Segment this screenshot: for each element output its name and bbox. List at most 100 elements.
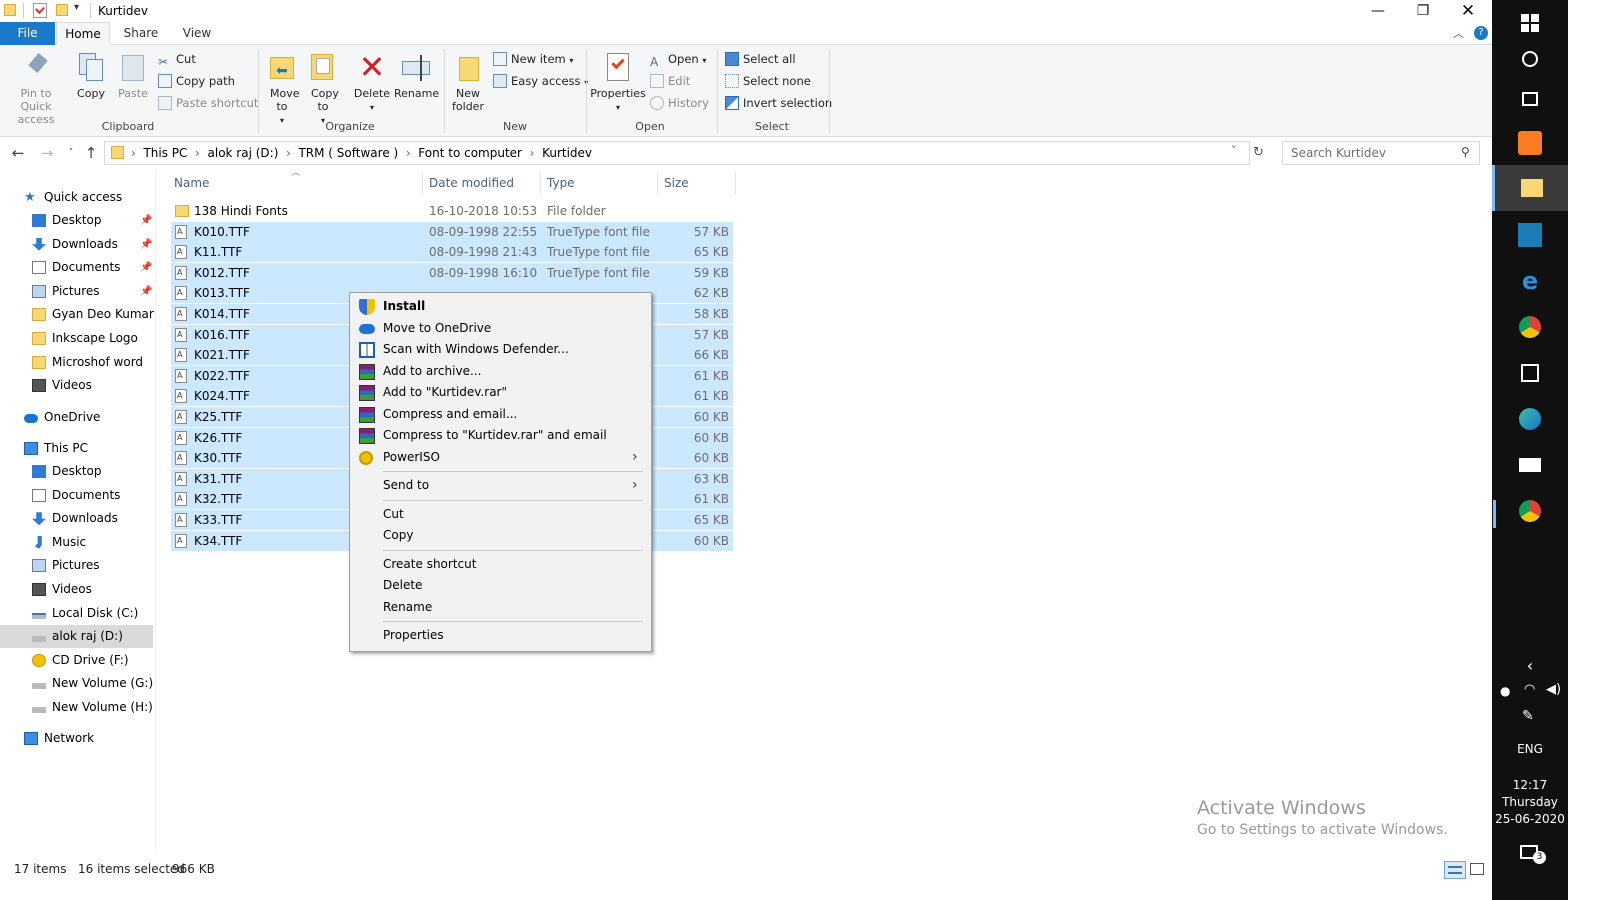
chrome-profile-icon[interactable] bbox=[1492, 488, 1568, 534]
menu-item-create-shortcut[interactable]: Create shortcut bbox=[350, 554, 651, 575]
nav-quick-item[interactable]: Gyan Deo Kumar ( P bbox=[32, 303, 154, 326]
up-button[interactable]: ↑ bbox=[81, 142, 101, 164]
properties-qat-icon[interactable] bbox=[33, 3, 47, 18]
rename-button[interactable]: Rename bbox=[394, 51, 439, 100]
task-view-icon[interactable] bbox=[1492, 76, 1568, 122]
nav-pc-item[interactable]: Pictures bbox=[32, 554, 154, 577]
app-icon[interactable] bbox=[1492, 212, 1568, 258]
file-row[interactable]: 138 Hindi Fonts 16-10-2018 10:53 File fold… bbox=[171, 201, 733, 221]
clock-date[interactable]: 25-06-2020 bbox=[1492, 812, 1568, 826]
properties-button[interactable]: Properties ▾ bbox=[590, 51, 646, 114]
breadcrumb-trm[interactable]: TRM ( Software ) bbox=[298, 146, 398, 160]
volume-icon[interactable]: ◀) bbox=[1546, 682, 1561, 697]
nav-pc-item[interactable]: Music bbox=[32, 531, 154, 554]
history-button[interactable]: History bbox=[650, 93, 709, 113]
menu-item-properties[interactable]: Properties bbox=[350, 625, 651, 646]
move-to-button[interactable]: ⬅ Move to ▾ bbox=[264, 51, 300, 127]
file-row[interactable]: K010.TTF 08-09-1998 22:55 TrueType font fi… bbox=[171, 221, 733, 242]
collapse-ribbon-icon[interactable]: ︿ bbox=[1453, 25, 1464, 41]
breadcrumb-kurtidev[interactable]: Kurtidev bbox=[542, 146, 592, 160]
menu-item-cut[interactable]: Cut bbox=[350, 504, 651, 525]
file-row[interactable]: K11.TTF 08-09-1998 21:43 TrueType font fil… bbox=[171, 242, 733, 263]
menu-item-send-to[interactable]: Send to › bbox=[350, 475, 651, 496]
column-header-size[interactable]: Size bbox=[660, 172, 736, 194]
menu-item-poweriso[interactable]: PowerISO › bbox=[350, 447, 651, 468]
select-all-button[interactable]: Select all bbox=[725, 49, 796, 69]
paste-button[interactable]: Paste bbox=[114, 51, 152, 100]
select-none-button[interactable]: Select none bbox=[725, 71, 811, 91]
nav-pc-item[interactable]: New Volume (G:) bbox=[32, 672, 154, 695]
nav-pc-item[interactable]: Videos bbox=[32, 578, 154, 601]
tab-home[interactable]: Home bbox=[56, 22, 110, 45]
menu-item-compress-email[interactable]: Compress and email... bbox=[350, 404, 651, 425]
breadcrumb-drive[interactable]: alok raj (D:) bbox=[208, 146, 279, 160]
new-item-button[interactable]: New item ▾ bbox=[493, 49, 573, 69]
nav-network[interactable]: Network bbox=[24, 727, 154, 750]
copy-path-button[interactable]: Copy path bbox=[158, 71, 235, 91]
copy-button[interactable]: Copy bbox=[72, 51, 110, 100]
menu-item-scan-defender[interactable]: Scan with Windows Defender... bbox=[350, 339, 651, 360]
chrome-icon[interactable] bbox=[1492, 304, 1568, 350]
breadcrumb-this-pc[interactable]: This PC bbox=[143, 146, 187, 160]
menu-item-rename[interactable]: Rename bbox=[350, 597, 651, 618]
forward-button[interactable]: → bbox=[37, 142, 57, 164]
nav-pc-item[interactable]: Local Disk (C:) bbox=[32, 602, 154, 625]
nav-quick-item[interactable]: Documents 📌 bbox=[32, 256, 154, 279]
language-indicator[interactable]: ENG bbox=[1492, 742, 1568, 756]
copy-to-button[interactable]: Copy to ▾ bbox=[305, 51, 341, 127]
nav-quick-item[interactable]: Videos bbox=[32, 374, 154, 397]
column-header-type[interactable]: Type bbox=[543, 172, 658, 194]
delete-button[interactable]: ✕ Delete ▾ bbox=[352, 51, 392, 114]
edit-button[interactable]: Edit bbox=[650, 71, 690, 91]
tab-view[interactable]: View bbox=[170, 22, 224, 45]
menu-item-install[interactable]: Install bbox=[350, 296, 651, 317]
nav-this-pc[interactable]: This PC bbox=[24, 437, 154, 460]
menu-item-add-archive[interactable]: Add to archive... bbox=[350, 361, 651, 382]
nav-pc-item[interactable]: New Volume (H:) bbox=[32, 696, 154, 719]
nav-pc-item[interactable]: Downloads bbox=[32, 507, 154, 530]
menu-item-copy[interactable]: Copy bbox=[350, 525, 651, 546]
new-folder-qat-icon[interactable] bbox=[56, 4, 68, 16]
nav-quick-item[interactable]: Microshof word bbox=[32, 351, 154, 374]
nav-quick-access[interactable]: ★ Quick access bbox=[24, 186, 154, 209]
easy-access-button[interactable]: Easy access ▾ bbox=[493, 71, 588, 91]
pen-icon[interactable]: ✎ bbox=[1522, 708, 1534, 724]
close-button[interactable]: ✕ bbox=[1445, 0, 1491, 22]
edge-legacy-icon[interactable]: e bbox=[1492, 258, 1568, 304]
mail-icon[interactable] bbox=[1492, 442, 1568, 488]
tab-file[interactable]: File bbox=[0, 22, 55, 45]
clock-day[interactable]: Thursday bbox=[1492, 795, 1568, 809]
nav-pc-item[interactable]: Desktop bbox=[32, 460, 154, 483]
back-button[interactable]: ← bbox=[8, 142, 28, 164]
paste-shortcut-button[interactable]: Paste shortcut bbox=[158, 93, 258, 113]
nav-quick-item[interactable]: Desktop 📌 bbox=[32, 209, 154, 232]
tab-share[interactable]: Share bbox=[114, 22, 168, 45]
address-bar[interactable]: › This PC › alok raj (D:) › TRM ( Softwa… bbox=[104, 141, 1250, 165]
nav-pc-item[interactable]: Documents bbox=[32, 484, 154, 507]
tray-defender-icon[interactable]: ● bbox=[1500, 684, 1510, 698]
recent-locations-button[interactable]: ˅ bbox=[61, 142, 81, 164]
refresh-icon[interactable]: ↻ bbox=[1253, 145, 1264, 160]
large-icons-view-button[interactable] bbox=[1470, 863, 1484, 875]
qat-dropdown-icon[interactable]: ▾ bbox=[74, 2, 79, 13]
column-header-date[interactable]: Date modified bbox=[425, 172, 541, 194]
pin-to-quick-access-button[interactable]: Pin to Quick access bbox=[4, 51, 72, 126]
nav-pc-item[interactable]: alok raj (D:) bbox=[0, 625, 153, 649]
menu-item-delete[interactable]: Delete bbox=[350, 575, 651, 596]
menu-item-compress-rar-email[interactable]: Compress to "Kurtidev.rar" and email bbox=[350, 425, 651, 446]
minimize-button[interactable]: — bbox=[1355, 0, 1401, 22]
wifi-icon[interactable]: ◠ bbox=[1524, 682, 1535, 697]
help-icon[interactable]: ? bbox=[1474, 26, 1488, 40]
new-folder-button[interactable]: New folder bbox=[450, 51, 488, 113]
store-icon[interactable] bbox=[1492, 350, 1568, 396]
nav-onedrive[interactable]: OneDrive bbox=[24, 406, 154, 429]
file-row[interactable]: K012.TTF 08-09-1998 16:10 TrueType font fi… bbox=[171, 262, 733, 283]
menu-item-move-to-onedrive[interactable]: Move to OneDrive bbox=[350, 318, 651, 339]
nav-pc-item[interactable]: CD Drive (F:) bbox=[32, 649, 154, 672]
open-button[interactable]: A Open ▾ bbox=[650, 49, 706, 69]
breadcrumb-font[interactable]: Font to computer bbox=[418, 146, 522, 160]
menu-item-add-rar[interactable]: Add to "Kurtidev.rar" bbox=[350, 382, 651, 403]
details-view-button[interactable] bbox=[1444, 861, 1466, 879]
clock-time[interactable]: 12:17 bbox=[1492, 778, 1568, 792]
address-dropdown-icon[interactable]: ˅ bbox=[1231, 144, 1237, 157]
